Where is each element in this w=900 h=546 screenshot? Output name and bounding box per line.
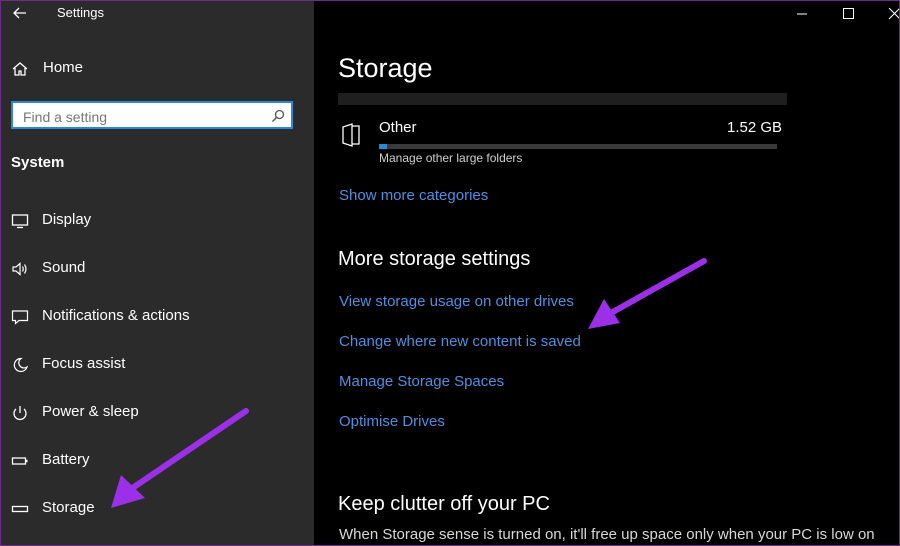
show-more-categories-link[interactable]: Show more categories — [339, 187, 488, 204]
sidebar-item-label: Notifications & actions — [42, 307, 190, 324]
power-icon — [13, 406, 27, 421]
sidebar-item-sound[interactable]: Sound — [1, 249, 314, 289]
sidebar-item-focus-assist[interactable]: Focus assist — [1, 345, 314, 385]
sidebar-item-label: Home — [43, 59, 84, 76]
back-button[interactable] — [9, 3, 31, 23]
notifications-icon — [11, 310, 29, 325]
sidebar-item-home[interactable]: Home — [1, 49, 314, 89]
category-size: 1.52 GB — [727, 119, 783, 136]
sound-icon — [12, 262, 27, 276]
sidebar-item-label: Power & sleep — [42, 403, 139, 420]
display-icon — [11, 214, 29, 229]
manage-storage-spaces-link[interactable]: Manage Storage Spaces — [339, 373, 504, 390]
maximize-icon — [843, 8, 854, 19]
category-usage-fill — [379, 144, 387, 149]
back-arrow-icon — [13, 7, 26, 19]
section-title: System — [11, 154, 65, 171]
window-title: Settings — [57, 5, 104, 20]
settings-window: Settings Home System Display — [0, 0, 900, 546]
storage-icon — [11, 505, 29, 513]
search-icon[interactable] — [271, 109, 285, 123]
category-description: Manage other large folders — [379, 151, 523, 165]
category-name[interactable]: Other — [379, 119, 417, 136]
focus-assist-icon — [13, 357, 29, 373]
close-button[interactable] — [871, 1, 899, 27]
sidebar-item-display[interactable]: Display — [1, 201, 314, 241]
change-content-location-link[interactable]: Change where new content is saved — [339, 333, 581, 350]
battery-icon — [11, 457, 28, 465]
search-box[interactable] — [11, 101, 293, 129]
storage-sense-description: When Storage sense is turned on, it'll f… — [339, 526, 875, 543]
main-content: Storage Other 1.52 GB Manage other large… — [314, 1, 899, 545]
sidebar-item-label: Sound — [42, 259, 86, 276]
sidebar-item-battery[interactable]: Battery — [1, 441, 314, 481]
minimize-button[interactable] — [779, 1, 825, 27]
more-storage-settings-heading: More storage settings — [338, 248, 531, 270]
page-title: Storage — [338, 53, 433, 83]
sidebar-item-label: Display — [42, 211, 92, 228]
view-storage-other-drives-link[interactable]: View storage usage on other drives — [339, 293, 574, 310]
optimise-drives-link[interactable]: Optimise Drives — [339, 413, 445, 430]
home-icon — [12, 62, 28, 76]
sidebar-item-label: Battery — [42, 451, 90, 468]
close-icon — [888, 7, 899, 20]
sidebar-item-notifications[interactable]: Notifications & actions — [1, 297, 314, 337]
sidebar-item-storage[interactable]: Storage — [1, 489, 314, 529]
folder-icon — [342, 123, 360, 147]
category-row-partial — [338, 93, 787, 105]
maximize-button[interactable] — [825, 1, 871, 27]
minimize-icon — [797, 13, 807, 15]
keep-clutter-heading: Keep clutter off your PC — [338, 493, 550, 515]
sidebar-item-label: Storage — [42, 499, 95, 516]
sidebar-item-power-sleep[interactable]: Power & sleep — [1, 393, 314, 433]
search-input[interactable] — [21, 106, 265, 128]
sidebar-item-label: Focus assist — [42, 355, 126, 372]
sidebar: Settings Home System Display — [1, 1, 314, 545]
category-usage-bar — [379, 144, 777, 149]
